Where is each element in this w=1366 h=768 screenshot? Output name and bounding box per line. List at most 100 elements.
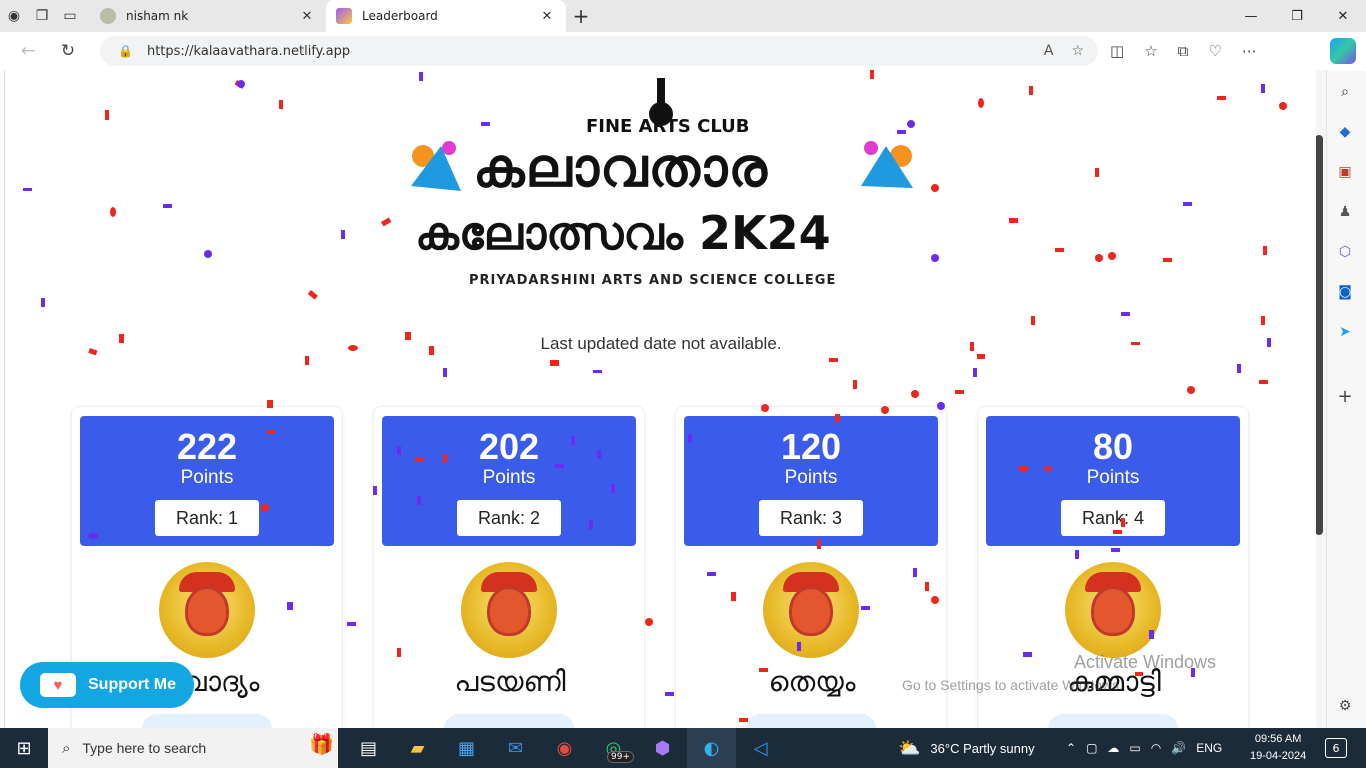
details-button[interactable] xyxy=(444,714,574,728)
whatsapp-icon[interactable]: ◎ 99+ xyxy=(589,728,638,768)
coffee-heart-icon: ♥ xyxy=(40,673,76,697)
collections-icon[interactable]: ⧉ xyxy=(1178,42,1189,60)
performance-icon[interactable]: ♡ xyxy=(1208,42,1221,60)
tools-icon[interactable]: ▣ xyxy=(1335,162,1355,182)
support-label: Support Me xyxy=(88,676,176,693)
copilot-icon[interactable] xyxy=(1330,38,1356,64)
search-icon[interactable]: ⌕ xyxy=(1335,82,1355,102)
lock-icon[interactable]: 🔒 xyxy=(118,44,133,58)
card-header: 202 Points Rank: 2 xyxy=(382,416,636,546)
details-button[interactable] xyxy=(1048,714,1178,728)
college-name: PRIYADARSHINI ARTS AND SCIENCE COLLEGE xyxy=(469,273,837,288)
whatsapp-badge: 99+ xyxy=(607,751,634,763)
team-emblem xyxy=(159,562,255,658)
read-aloud-icon[interactable]: A xyxy=(1044,43,1054,59)
outlook-icon[interactable]: ◙ xyxy=(1335,282,1355,302)
url-text: https://kalaavathara.netlify.app xyxy=(146,43,351,59)
tab-leaderboard[interactable]: Leaderboard ✕ xyxy=(326,0,566,32)
activate-windows-watermark: Activate Windows Go to Settings to activ… xyxy=(902,652,1217,693)
settings-icon[interactable]: ⚙ xyxy=(1335,696,1355,716)
team-emblem xyxy=(763,562,859,658)
favorites-icon[interactable]: ☆ xyxy=(1144,42,1157,60)
rank-badge: Rank: 3 xyxy=(759,500,863,536)
details-button[interactable] xyxy=(142,714,272,728)
date-text: 19-04-2024 xyxy=(1250,750,1307,762)
flowers-gift-icon: 🎁 xyxy=(309,734,334,756)
send-icon[interactable]: ➤ xyxy=(1335,322,1355,342)
network-icon[interactable]: ☁ xyxy=(1107,741,1119,755)
office-icon[interactable]: ⬡ xyxy=(1335,242,1355,262)
leaderboard-page: FINE ARTS CLUB കലാവതാര കലോത്സവം 2K24 PRI… xyxy=(4,70,1316,728)
system-tray: ⌃ ▢ ☁ ▭ ◠ 🔊 ENG xyxy=(1066,728,1222,768)
close-icon[interactable]: ✕ xyxy=(538,9,556,24)
tab-nisham[interactable]: nisham nk ✕ xyxy=(90,0,326,32)
store-icon[interactable]: ▦ xyxy=(442,728,491,768)
volume-icon[interactable]: 🔊 xyxy=(1171,741,1186,755)
workspaces-icon[interactable]: ❐ xyxy=(28,0,56,32)
watermark-line1: Activate Windows xyxy=(1074,652,1217,672)
points-label: Points xyxy=(1086,467,1140,488)
team-card-2: 202 Points Rank: 2 പടയണി xyxy=(373,406,645,728)
show-hidden-icons-icon[interactable]: ⌃ xyxy=(1066,741,1076,755)
card-header: 222 Points Rank: 1 xyxy=(80,416,334,546)
card-header: 80 Points Rank: 4 xyxy=(986,416,1240,546)
close-window-icon[interactable]: ✕ xyxy=(1320,0,1366,32)
partly-sunny-icon: ⛅ xyxy=(898,737,921,758)
visual-studio-icon[interactable]: ⬢ xyxy=(638,728,687,768)
games-icon[interactable]: ♟ xyxy=(1335,202,1355,222)
festival-logo: FINE ARTS CLUB കലാവതാര കലോത്സവം 2K24 PRI… xyxy=(401,76,921,290)
points-value: 120 xyxy=(780,426,842,467)
minimize-icon[interactable]: — xyxy=(1228,0,1274,32)
weather-text: 36°C Partly sunny xyxy=(930,740,1035,756)
support-me-button[interactable]: ♥ Support Me xyxy=(20,662,194,708)
vscode-icon[interactable]: ◁ xyxy=(736,728,785,768)
vite-favicon-icon xyxy=(336,8,352,24)
team-emblem xyxy=(1065,562,1161,658)
shopping-icon[interactable]: ◆ xyxy=(1335,122,1355,142)
rank-badge: Rank: 1 xyxy=(155,500,259,536)
notification-center-icon[interactable]: 6 xyxy=(1325,738,1347,758)
more-menu-icon[interactable]: ⋯ xyxy=(1242,42,1257,60)
file-explorer-icon[interactable]: ▰ xyxy=(393,728,442,768)
refresh-button[interactable]: ↻ xyxy=(48,41,88,61)
taskbar-search[interactable]: ⌕ Type here to search 🎁 xyxy=(48,728,338,768)
tab-actions-icon[interactable]: ▭ xyxy=(56,0,84,32)
window-controls: — ❐ ✕ xyxy=(1228,0,1366,32)
emblem-face xyxy=(487,586,531,636)
task-view-icon[interactable]: ▤ xyxy=(344,728,393,768)
back-button[interactable]: ← xyxy=(8,41,48,61)
emblem-face xyxy=(1091,586,1135,636)
battery-icon[interactable]: ▭ xyxy=(1129,741,1140,755)
close-icon[interactable]: ✕ xyxy=(298,9,316,24)
restore-icon[interactable]: ❐ xyxy=(1274,0,1320,32)
details-button[interactable] xyxy=(746,714,876,728)
emblem-face xyxy=(789,586,833,636)
mail-icon[interactable]: ✉ xyxy=(491,728,540,768)
edge-icon[interactable]: ◐ xyxy=(687,728,736,768)
card-header: 120 Points Rank: 3 xyxy=(684,416,938,546)
language-indicator[interactable]: ENG xyxy=(1196,741,1222,755)
add-icon[interactable]: + xyxy=(1335,386,1355,407)
clock[interactable]: 09:56 AM 19-04-2024 xyxy=(1250,731,1306,765)
rank-badge: Rank: 4 xyxy=(1061,500,1165,536)
profile-favicon-icon xyxy=(100,8,116,24)
points-value: 202 xyxy=(478,426,540,467)
address-bar[interactable]: 🔒 https://kalaavathara.netlify.app A ☆ xyxy=(100,36,1098,66)
rank-badge: Rank: 2 xyxy=(457,500,561,536)
weather-widget[interactable]: ⛅ 36°C Partly sunny xyxy=(898,728,1035,768)
favorite-star-icon[interactable]: ☆ xyxy=(1071,43,1084,59)
windows-start-icon[interactable]: ⊞ xyxy=(0,728,48,768)
team-name: പടയണി xyxy=(454,665,566,698)
split-screen-icon[interactable]: ◫ xyxy=(1110,42,1124,60)
profile-icon[interactable]: ◉ xyxy=(0,0,28,32)
points-label: Points xyxy=(180,467,234,488)
device-icon[interactable]: ▢ xyxy=(1086,741,1097,755)
tab-title: Leaderboard xyxy=(362,9,438,23)
browser-tab-bar: ◉ ❐ ▭ nisham nk ✕ Leaderboard ✕ + — ❐ ✕ xyxy=(0,0,1366,32)
notification-count: 6 xyxy=(1332,741,1340,755)
tab-title: nisham nk xyxy=(126,9,189,23)
scrollbar-thumb[interactable] xyxy=(1315,135,1323,535)
new-tab-button[interactable]: + xyxy=(566,4,596,28)
wifi-icon[interactable]: ◠ xyxy=(1151,741,1161,755)
chrome-icon[interactable]: ◉ xyxy=(540,728,589,768)
